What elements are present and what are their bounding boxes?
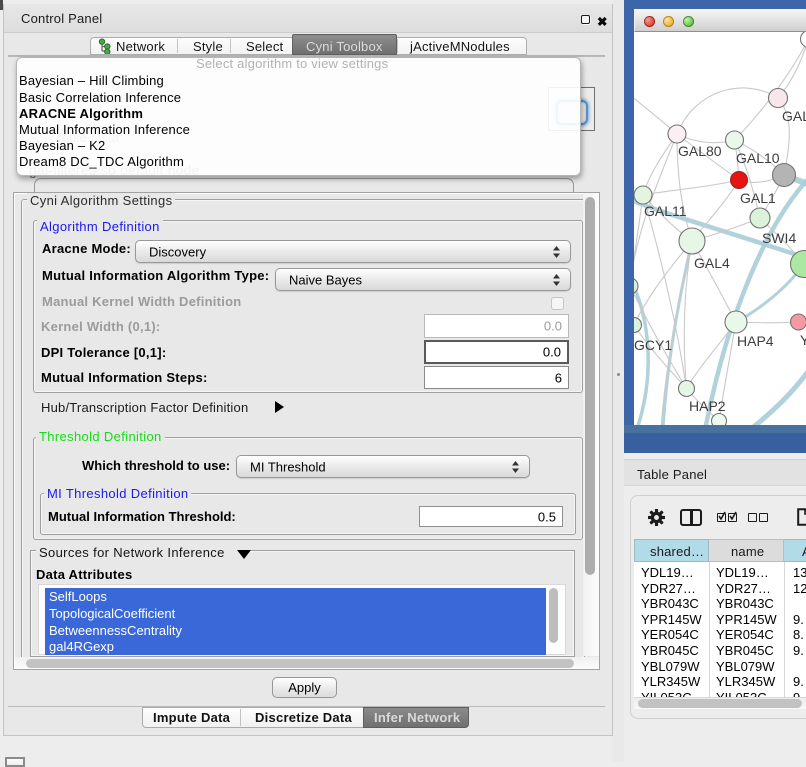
svg-text:GAL11: GAL11 bbox=[644, 203, 687, 219]
svg-text:GAL4: GAL4 bbox=[694, 255, 730, 271]
svg-text:SWI4: SWI4 bbox=[762, 230, 796, 246]
svg-text:Y: Y bbox=[800, 332, 806, 348]
svg-text:HAP2: HAP2 bbox=[689, 398, 726, 414]
svg-text:GAL10: GAL10 bbox=[736, 150, 780, 166]
svg-text:HAP4: HAP4 bbox=[737, 333, 774, 349]
svg-text:GCY1: GCY1 bbox=[634, 337, 672, 353]
svg-text:GAL1: GAL1 bbox=[740, 190, 776, 206]
svg-text:GAL80: GAL80 bbox=[678, 143, 722, 159]
svg-text:GAL: GAL bbox=[782, 108, 806, 124]
